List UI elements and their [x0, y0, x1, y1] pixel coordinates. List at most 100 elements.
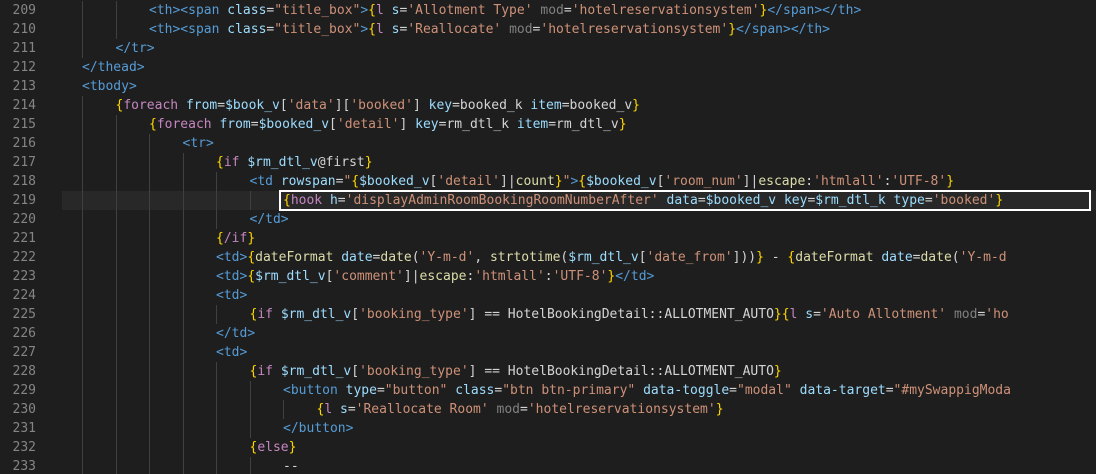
code-line[interactable]: 231 </button>	[0, 419, 1096, 438]
code-line[interactable]: 211 </tr>	[0, 39, 1096, 58]
indent-guide	[82, 267, 83, 286]
code-text: {if $rm_dtl_v@first}	[216, 153, 373, 172]
code-line[interactable]: 222 <td>{dateFormat date=date('Y-m-d', st…	[0, 248, 1096, 267]
code-line[interactable]: 213 <tbody>	[0, 77, 1096, 96]
code-line[interactable]: 227 <td>	[0, 343, 1096, 362]
indent-guide	[82, 210, 83, 229]
code-line[interactable]: 224 <td>	[0, 286, 1096, 305]
code-token: $booked_v	[586, 174, 657, 189]
code-token: item	[516, 117, 549, 132]
code-token: ]|	[403, 269, 420, 284]
code-text: <button type="button" class="btn btn-pri…	[283, 381, 1011, 400]
indent-guide	[182, 153, 184, 172]
indent-guide	[149, 286, 150, 305]
code-text: --	[283, 457, 299, 474]
code-token: }	[632, 98, 640, 113]
code-editor[interactable]: 209 <th><span class="title_box">{l s='All…	[0, 0, 1096, 474]
indent-guide	[182, 267, 184, 286]
code-token: }	[995, 193, 1004, 208]
code-token: l	[324, 402, 340, 417]
code-line[interactable]: 210 <th><span class="title_box">{l s='Rea…	[0, 20, 1096, 39]
code-line[interactable]: 215 {foreach from=$booked_v['detail'] key…	[0, 115, 1096, 134]
code-token: =	[813, 307, 821, 322]
code-token: }	[364, 155, 373, 170]
code-token: </td>	[216, 326, 256, 341]
line-number: 220	[12, 212, 36, 227]
code-text: <td>{dateFormat date=date('Y-m-d', strto…	[216, 248, 1007, 267]
code-token: ] == HotelBookingDetail::ALLOTMENT_AUTO	[468, 307, 774, 322]
code-text: </tr>	[116, 39, 155, 58]
code-line[interactable]: 226 </td>	[0, 324, 1096, 343]
code-token: type	[893, 193, 925, 208]
code-token: @first	[317, 155, 365, 170]
code-line[interactable]: 232 {else}	[0, 438, 1096, 457]
code-line[interactable]: 214 {foreach from=$book_v['data']['booked…	[0, 96, 1096, 115]
code-line[interactable]: 233 --	[0, 457, 1096, 474]
code-line[interactable]: 228 {if $rm_dtl_v['booking_type'] == Hote…	[0, 362, 1096, 381]
indent-guide	[283, 400, 284, 419]
code-token: $rm_dtl_v	[255, 269, 326, 284]
code-token: <td	[249, 174, 281, 189]
line-number: 230	[12, 402, 36, 417]
indent-guide	[115, 305, 117, 324]
code-token: foreach	[156, 117, 220, 132]
code-line[interactable]: 230 {l s='Reallocate Room' mod='hotelrese…	[0, 400, 1096, 419]
code-token: =	[376, 383, 385, 398]
code-line[interactable]: 217 {if $rm_dtl_v@first}	[0, 153, 1096, 172]
code-token: 'detail'	[336, 117, 400, 132]
code-token: 'Y-m-d'	[419, 250, 475, 265]
indent-guide	[216, 419, 217, 438]
code-token: <tr>	[182, 136, 214, 151]
code-token: =	[347, 402, 356, 417]
indent-guide	[115, 191, 117, 210]
indent-guide	[149, 210, 150, 229]
code-token: s	[805, 307, 814, 322]
code-text: <td rowspan="{$booked_v['detail']|count}…	[250, 172, 955, 191]
code-line[interactable]: 209 <th><span class="title_box">{l s='All…	[0, 1, 1096, 20]
code-text: <td>{$rm_dtl_v['comment']|escape:'htmlal…	[216, 267, 654, 286]
indent-guide	[182, 191, 184, 210]
code-line[interactable]: 229 <button type="button" class="btn btn-…	[0, 381, 1096, 400]
code-token: dateFormat	[795, 250, 882, 265]
indent-guide	[82, 39, 83, 58]
code-line[interactable]: 218 <td rowspan="{$booked_v['detail']|cou…	[0, 172, 1096, 191]
code-token: 'displayAdminRoomBookingRoomNumberAfter'	[345, 193, 659, 208]
code-token: =booked_v	[561, 98, 633, 113]
code-line[interactable]: 220 </td>	[0, 210, 1096, 229]
indent-guide	[115, 153, 117, 172]
code-token: /if	[223, 231, 248, 246]
code-token: =rm_dtl_k	[438, 117, 517, 132]
code-text: {l s='Reallocate Room' mod='hotelreserva…	[317, 400, 724, 419]
code-line[interactable]: 223 <td>{$rm_dtl_v['comment']|escape:'htm…	[0, 267, 1096, 286]
code-line[interactable]: 212 </thead>	[0, 58, 1096, 77]
code-line[interactable]: 216 <tr>	[0, 134, 1096, 153]
code-token: l	[376, 22, 392, 37]
code-token: =	[924, 193, 933, 208]
code-line[interactable]: 219 {hook h='displayAdminRoomBookingRoomN…	[0, 191, 1096, 210]
indent-guide	[82, 191, 83, 210]
code-token: 'ho	[985, 307, 1009, 322]
code-token: <td>	[216, 345, 248, 360]
code-line[interactable]: 225 {if $rm_dtl_v['booking_type'] == Hote…	[0, 305, 1096, 324]
indent-guide	[149, 191, 150, 210]
code-token: 'Reallocate Room'	[355, 402, 489, 417]
code-token: rowspan	[280, 174, 336, 189]
code-token: </thead>	[82, 60, 145, 75]
code-token: 'booking_type'	[359, 307, 469, 322]
indent-guide	[82, 419, 83, 438]
indent-guide	[182, 381, 184, 400]
indent-guide	[216, 457, 217, 474]
line-number: 216	[12, 136, 36, 151]
code-token: }	[554, 174, 563, 189]
code-token: (	[951, 250, 960, 265]
code-token: </button>	[283, 421, 354, 436]
code-text: </td>	[250, 210, 289, 229]
code-line[interactable]: 221 {/if}	[0, 229, 1096, 248]
code-token: [	[351, 364, 360, 379]
indent-guide	[82, 248, 83, 267]
code-token: -	[763, 250, 788, 265]
code-token: "#mySwappigModa	[893, 383, 1011, 398]
code-text: {foreach from=$booked_v['detail'] key=rm…	[149, 115, 627, 134]
code-token: 'booking_type'	[359, 364, 469, 379]
